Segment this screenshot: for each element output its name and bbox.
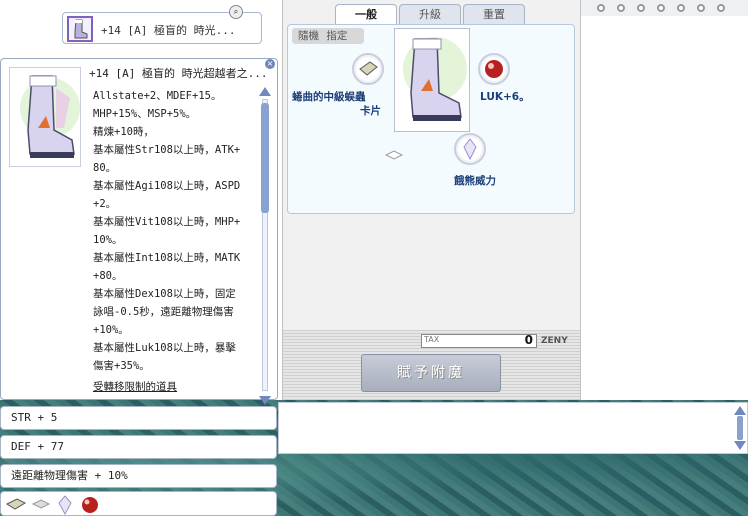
control-dot-icon[interactable]: [717, 4, 725, 12]
crystal-icon: [463, 138, 477, 161]
crystal-icon: [58, 495, 72, 515]
option-row-2: DEF + 77: [0, 435, 277, 459]
tab-reset[interactable]: 重置: [463, 4, 525, 24]
card-icon: [359, 61, 378, 76]
zeny-label: ZENY: [541, 336, 568, 346]
card-icon: [5, 498, 27, 510]
scroll-down-icon[interactable]: [734, 441, 746, 450]
card-slot-label: 蜷曲的中級蜈蟲: [292, 91, 366, 103]
tax-field: TAX 0: [421, 333, 537, 348]
right-window: [580, 0, 748, 400]
random-select-toggle[interactable]: 隨機 指定: [292, 28, 364, 44]
tab-normal[interactable]: 一般: [335, 4, 397, 24]
chat-bar[interactable]: [278, 402, 748, 454]
scroll-thumb[interactable]: [261, 103, 269, 213]
tab-upgrade[interactable]: 升級: [399, 4, 461, 24]
enchant-button[interactable]: 賦予附魔: [361, 354, 501, 392]
luk-slot-label: LUK+6。: [480, 91, 530, 103]
scroll-up-icon[interactable]: [734, 406, 746, 415]
item-illustration: [9, 67, 81, 167]
magnify-icon[interactable]: ⌕: [229, 5, 243, 19]
red-orb-icon: [485, 60, 503, 78]
restriction-link[interactable]: 受轉移限制的道具: [93, 379, 177, 394]
tax-amount: 0: [524, 333, 533, 347]
scroll-thumb[interactable]: [737, 416, 743, 440]
cursor-diamond-icon: [384, 150, 404, 160]
red-orb-icon: [82, 497, 98, 513]
control-dot-icon[interactable]: [597, 4, 605, 12]
scroll-up-icon[interactable]: [259, 87, 271, 96]
enchant-slot-panel: 隨機 指定 蜷曲的中級蜈蟲 卡片 LUK+6。 餓熊威力: [287, 24, 575, 214]
equipment-slot[interactable]: [394, 28, 470, 132]
bear-slot-label: 餓熊威力: [454, 175, 496, 187]
enchant-window: 一般 升級 重置 隨機 指定 蜷曲的中級蜈蟲 卡片 LUK+6。 餓熊威力 TA…: [282, 0, 581, 400]
boots-icon: [67, 16, 93, 42]
description-scrollbar[interactable]: [259, 87, 271, 405]
control-dot-icon[interactable]: [677, 4, 685, 12]
chat-scrollbar[interactable]: [734, 406, 746, 450]
control-dot-icon[interactable]: [637, 4, 645, 12]
item-mini-box[interactable]: +14 [A] 極盲的 時光... ⌕: [62, 5, 262, 44]
item-description-window: × +14 [A] 極盲的 時光超越者之... Allstate+2、MDEF+…: [0, 58, 278, 405]
enchant-footer: TAX 0 ZENY 賦予附魔: [283, 330, 581, 400]
enchant-slot-bear[interactable]: [454, 133, 486, 165]
item-description-text: Allstate+2、MDEF+15。 MHP+15%、MSP+5%。 精煉+1…: [93, 90, 241, 372]
control-dot-icon[interactable]: [617, 4, 625, 12]
window-controls: [581, 0, 748, 16]
control-dot-icon[interactable]: [697, 4, 705, 12]
diamond-icon: [31, 499, 51, 509]
option-row-1: STR + 5: [0, 406, 277, 430]
option-row-3: 遠距離物理傷害 + 10%: [0, 464, 277, 488]
card-slot[interactable]: [352, 53, 384, 85]
card-slot-label-2: 卡片: [360, 105, 381, 117]
enchant-slot-luk[interactable]: [478, 53, 510, 85]
control-dot-icon[interactable]: [657, 4, 665, 12]
item-title: +14 [A] 極盲的 時光超越者之...: [89, 67, 268, 80]
mini-item-title: +14 [A] 極盲的 時光...: [101, 24, 236, 37]
scroll-down-icon[interactable]: [259, 396, 271, 405]
option-slot-icons: [0, 491, 277, 516]
